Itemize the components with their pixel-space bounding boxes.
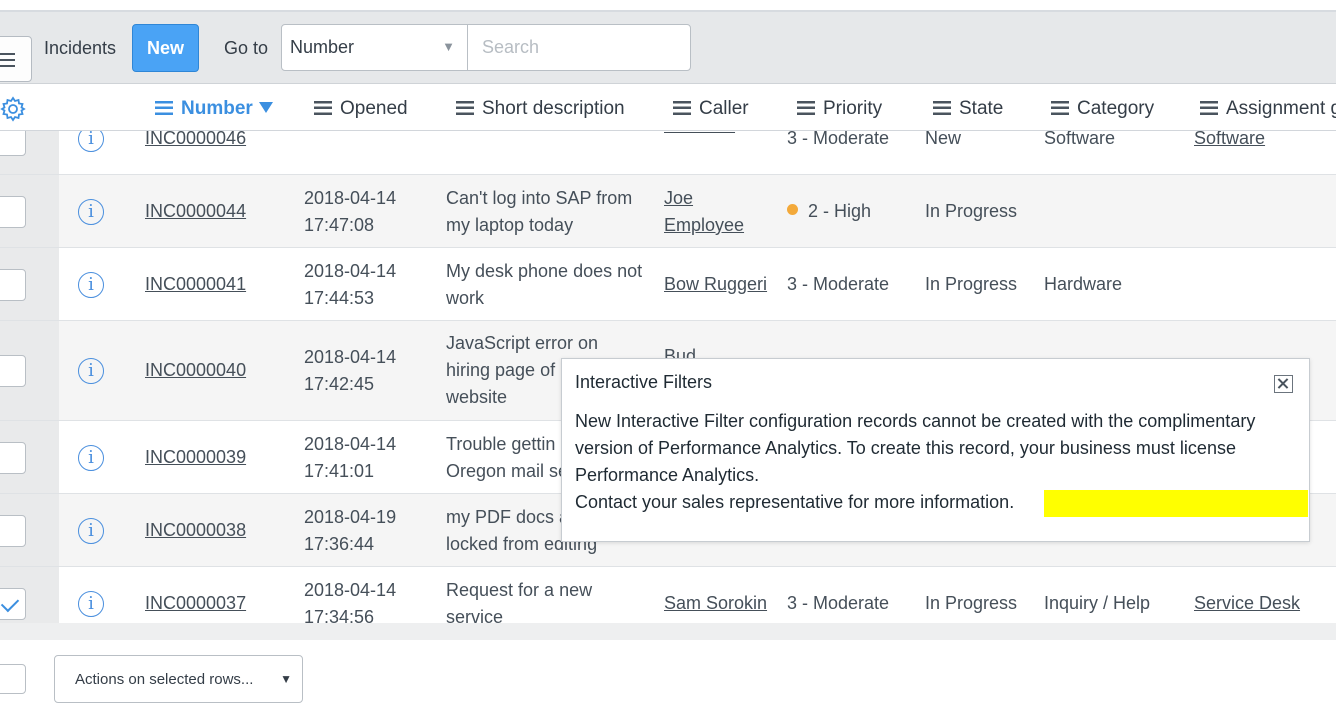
row-checkbox[interactable] [0, 269, 26, 301]
info-icon[interactable]: i [78, 131, 104, 152]
category-cell: Hardware [1044, 274, 1123, 294]
new-button[interactable]: New [132, 24, 199, 72]
gear-icon[interactable] [0, 96, 26, 122]
short-description-cell: Request for a new service [446, 580, 593, 623]
interactive-filters-dialog: Interactive Filters New Interactive Filt… [561, 358, 1310, 542]
incident-number-link[interactable]: INC0000037 [145, 590, 246, 617]
short-description-cell: Can't log into SAP from my laptop today [446, 188, 633, 235]
incident-number-link[interactable]: INC0000038 [145, 517, 246, 544]
short-description-cell: software [446, 131, 514, 139]
priority-high-dot [787, 204, 798, 215]
column-header-category[interactable]: Category [1051, 98, 1154, 120]
close-icon[interactable] [1274, 375, 1293, 393]
dialog-message-line: New Interactive Filter configuration rec… [575, 411, 1256, 431]
assignment-group-link[interactable]: Service Desk [1194, 590, 1300, 617]
opened-cell: 15:04:15 [304, 131, 374, 139]
column-menu-icon[interactable] [797, 101, 815, 115]
column-header-opened[interactable]: Opened [314, 98, 408, 120]
row-checkbox[interactable] [0, 442, 26, 474]
dialog-message-line: version of Performance Analytics. To cre… [575, 438, 1236, 458]
select-all-checkbox[interactable] [0, 664, 26, 694]
sort-descending-icon [258, 102, 273, 113]
state-cell: New [925, 131, 962, 148]
row-checkbox[interactable] [0, 515, 26, 547]
category-cell: Software [1044, 131, 1116, 148]
row-checkbox[interactable] [0, 588, 26, 620]
column-header-short-description[interactable]: Short description [456, 98, 625, 120]
row-checkbox[interactable] [0, 355, 26, 387]
caller-link[interactable]: Sam Sorokin [664, 590, 767, 617]
list-header: Incidents New Go to Number ▼ [0, 12, 1336, 84]
table-row[interactable]: i INC0000046 15:04:15 software Richman 3… [0, 131, 1336, 175]
state-cell: In Progress [925, 593, 1018, 613]
column-menu-icon[interactable] [155, 101, 173, 115]
priority-cell: 3 - Moderate [787, 593, 890, 613]
state-cell: In Progress [925, 274, 1018, 294]
goto-field-value: Number [290, 37, 355, 57]
column-header-priority[interactable]: Priority [797, 98, 882, 120]
column-menu-icon[interactable] [673, 101, 691, 115]
info-icon[interactable]: i [78, 591, 104, 617]
dropdown-caret-icon: ▼ [442, 39, 455, 54]
dropdown-caret-icon: ▼ [280, 672, 292, 686]
caller-link[interactable]: Bow Ruggeri [664, 271, 767, 298]
hamburger-icon [0, 53, 15, 67]
incident-number-link[interactable]: INC0000039 [145, 444, 246, 471]
dialog-title: Interactive Filters [575, 372, 713, 392]
table-row[interactable]: i INC0000037 2018-04-14 17:34:56 Request … [0, 567, 1336, 623]
opened-cell: 2018-04-14 17:42:45 [304, 347, 397, 394]
short-description-cell: My desk phone does not work [446, 261, 643, 308]
yellow-highlight-mark [1044, 490, 1308, 517]
list-title: Incidents [44, 38, 117, 58]
incident-number-link[interactable]: INC0000044 [145, 198, 246, 225]
caller-link[interactable]: Richman [664, 131, 735, 139]
incident-number-link[interactable]: INC0000041 [145, 271, 246, 298]
assignment-group-link[interactable]: Software [1194, 131, 1265, 152]
incident-number-link[interactable]: INC0000046 [145, 131, 246, 152]
table-row[interactable]: i INC0000044 2018-04-14 17:47:08 Can't lo… [0, 175, 1336, 248]
goto-label: Go to [224, 38, 269, 58]
priority-cell: 2 - High [787, 198, 871, 225]
info-icon[interactable]: i [78, 445, 104, 471]
dialog-message-line: Performance Analytics. [575, 465, 760, 485]
top-edge [0, 0, 1336, 12]
priority-cell: 3 - Moderate [787, 274, 890, 294]
column-header-assignment-group[interactable]: Assignment g [1200, 98, 1336, 120]
state-cell: In Progress [925, 201, 1018, 221]
column-header-caller[interactable]: Caller [673, 98, 749, 120]
info-icon[interactable]: i [78, 199, 104, 225]
column-header-state[interactable]: State [933, 98, 1003, 120]
goto-field-select[interactable]: Number ▼ [281, 24, 468, 71]
table-footer-strip [0, 623, 1336, 640]
info-icon[interactable]: i [78, 272, 104, 298]
column-menu-icon[interactable] [314, 101, 332, 115]
actions-select-label: Actions on selected rows... [75, 671, 254, 688]
row-checkbox[interactable] [0, 196, 26, 228]
priority-cell: 3 - Moderate [787, 131, 890, 148]
info-icon[interactable]: i [78, 518, 104, 544]
column-menu-icon[interactable] [1051, 101, 1069, 115]
opened-cell: 2018-04-14 17:44:53 [304, 261, 397, 308]
column-header-number[interactable]: Number [155, 98, 273, 120]
opened-cell: 2018-04-14 17:34:56 [304, 580, 397, 623]
table-row[interactable]: i INC0000041 2018-04-14 17:44:53 My desk … [0, 248, 1336, 321]
actions-select[interactable]: Actions on selected rows... ▼ [54, 655, 303, 703]
opened-cell: 2018-04-19 17:36:44 [304, 507, 397, 554]
category-cell: Inquiry / Help [1044, 593, 1151, 613]
column-menu-icon[interactable] [456, 101, 474, 115]
info-icon[interactable]: i [78, 358, 104, 384]
opened-cell: 2018-04-14 17:41:01 [304, 434, 397, 481]
caller-link[interactable]: Joe Employee [664, 185, 744, 239]
row-checkbox[interactable] [0, 131, 26, 156]
opened-cell: 2018-04-14 17:47:08 [304, 188, 397, 235]
column-menu-icon[interactable] [933, 101, 951, 115]
list-menu-button[interactable] [0, 36, 32, 82]
column-menu-icon[interactable] [1200, 101, 1218, 115]
short-description-cell: Trouble gettin Oregon mail se [446, 434, 569, 481]
incident-number-link[interactable]: INC0000040 [145, 357, 246, 384]
search-input[interactable] [467, 24, 691, 71]
